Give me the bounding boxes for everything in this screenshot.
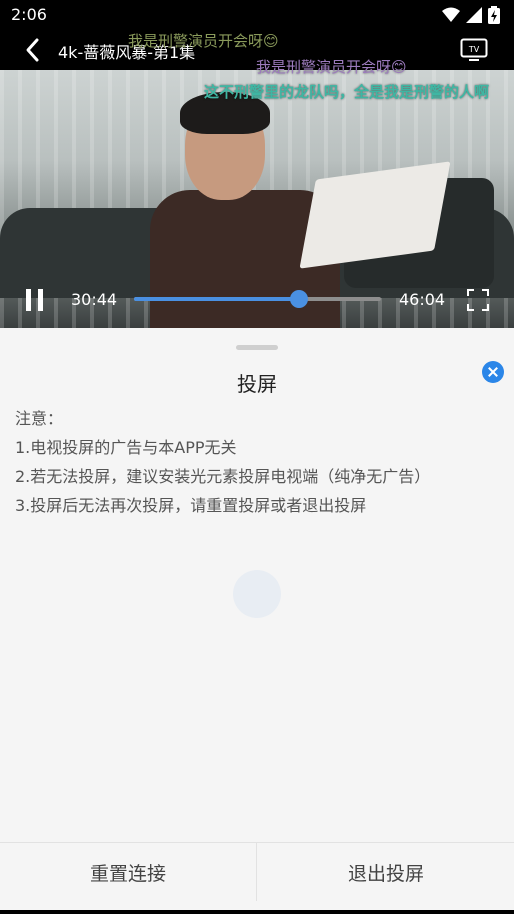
pause-icon <box>38 289 43 311</box>
progress-thumb[interactable] <box>289 290 308 308</box>
total-time: 46:04 <box>399 290 446 309</box>
danmaku-comment: 我是刑警演员开会呀😊 <box>128 32 279 50</box>
back-button[interactable] <box>20 36 46 64</box>
danmaku-comment: 这不刑警里的龙队吗，全是我是刑警的人啊 <box>204 83 490 101</box>
drag-handle[interactable] <box>236 345 278 350</box>
note-item: 3.投屏后无法再次投屏，请重置投屏或者退出投屏 <box>15 496 367 515</box>
fullscreen-button[interactable] <box>466 288 490 312</box>
progress-fill <box>134 297 299 301</box>
bottom-action-bar: 重置连接 退出投屏 <box>0 842 514 902</box>
player-controls: 30:44 46:04 <box>0 280 514 320</box>
notes-list: 注意： 1.电视投屏的广告与本APP无关 2.若无法投屏，建议安装光元素投屏电视… <box>15 404 430 520</box>
back-arrow-icon <box>26 38 39 62</box>
status-time: 2:06 <box>11 5 47 24</box>
note-item: 2.若无法投屏，建议安装光元素投屏电视端（纯净无广告） <box>15 467 431 486</box>
navigation-bar <box>0 910 514 914</box>
close-icon[interactable] <box>482 361 504 383</box>
pause-icon <box>26 289 31 311</box>
signal-icon <box>466 7 482 23</box>
wifi-icon <box>442 7 460 22</box>
note-item: 1.电视投屏的广告与本APP无关 <box>15 438 237 457</box>
reset-connection-button[interactable]: 重置连接 <box>0 843 256 901</box>
danmaku-comment: 我是刑警演员开会呀😊 <box>256 58 407 76</box>
exit-cast-button[interactable]: 退出投屏 <box>258 843 514 901</box>
battery-icon <box>488 6 500 24</box>
progress-bar[interactable] <box>134 290 381 308</box>
pause-button[interactable] <box>26 289 46 311</box>
status-bar: 2:06 <box>0 0 514 30</box>
status-icons <box>442 6 500 24</box>
svg-text:TV: TV <box>468 45 480 54</box>
notes-heading: 注意： <box>15 409 64 428</box>
cast-sheet: 投屏 注意： 1.电视投屏的广告与本APP无关 2.若无法投屏，建议安装光元素投… <box>0 328 514 914</box>
fullscreen-icon <box>467 289 489 311</box>
video-player[interactable]: 2:06 4k-蔷薇风暴-第1集 TV 我是刑警演员开会呀😊 我是刑警演员开会呀… <box>0 0 514 328</box>
button-divider <box>256 843 257 901</box>
current-time: 30:44 <box>71 290 118 309</box>
tv-cast-icon: TV <box>460 38 488 61</box>
loading-spinner <box>233 570 281 618</box>
sheet-title: 投屏 <box>237 372 277 396</box>
tv-cast-button[interactable]: TV <box>460 38 488 62</box>
